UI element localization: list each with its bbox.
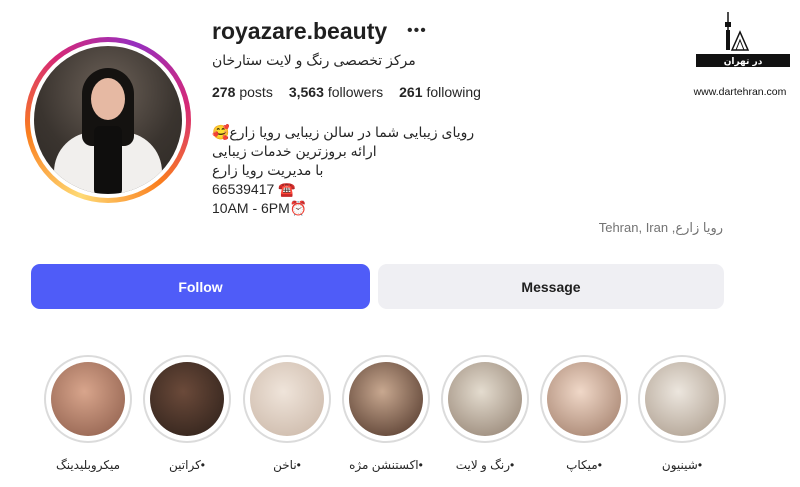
highlight-label: •میکاپ	[566, 458, 602, 472]
profile-username: royazare.beauty	[212, 18, 388, 44]
more-options-icon[interactable]: •••	[407, 22, 427, 40]
avatar-scarf-shape	[94, 126, 122, 194]
avatar[interactable]	[34, 46, 182, 194]
bio-line: رویای زیبایی شما در سالن زیبایی رویا زار…	[212, 124, 475, 140]
following-stat[interactable]: 261 following	[399, 84, 481, 100]
bio-phone: 66539417 ☎️	[212, 181, 296, 197]
story-highlight[interactable]: •میکاپ	[539, 355, 629, 472]
follow-button[interactable]: Follow	[31, 264, 370, 309]
highlight-thumbnail	[349, 362, 423, 436]
highlight-thumbnail	[547, 362, 621, 436]
highlight-ring	[441, 355, 529, 443]
highlight-label: •اکستنشن مژه	[349, 458, 423, 472]
followers-stat[interactable]: 3,563 followers	[289, 84, 383, 100]
story-highlight[interactable]: •کراتین	[142, 355, 232, 472]
avatar-border	[30, 42, 186, 198]
watermark-url: www.dartehran.com	[693, 86, 787, 98]
highlight-thumbnail	[51, 362, 125, 436]
avatar-face-shape	[91, 78, 125, 120]
highlight-label: میکروبلیدینگ	[55, 458, 121, 472]
highlight-ring	[540, 355, 628, 443]
dartehran-watermark: در تهران www.dartehran.com	[688, 10, 792, 98]
highlight-ring	[44, 355, 132, 443]
highlight-thumbnail	[150, 362, 224, 436]
story-highlight[interactable]: میکروبلیدینگ	[43, 355, 133, 472]
story-highlight[interactable]: •رنگ و لایت	[440, 355, 530, 472]
highlight-thumbnail	[448, 362, 522, 436]
highlight-ring	[342, 355, 430, 443]
highlight-thumbnail	[250, 362, 324, 436]
bio-line: با مدیریت رویا زارع	[212, 162, 324, 178]
story-highlight[interactable]: •شینیون	[637, 355, 727, 472]
bio-hours: 10AM - 6PM⏰	[212, 200, 308, 216]
posts-stat: 278 posts	[212, 84, 273, 100]
watermark-logo-text: در تهران	[724, 57, 763, 67]
message-button[interactable]: Message	[378, 264, 724, 309]
highlight-ring	[638, 355, 726, 443]
milad-tower-logo-icon: در تهران	[696, 12, 790, 67]
highlight-label: •رنگ و لایت	[455, 458, 515, 472]
profile-full-name: مرکز تخصصی رنگ و لایت ستارخان	[212, 52, 416, 68]
profile-stats: 278 posts 3,563 followers 261 following	[212, 84, 481, 100]
profile-location[interactable]: Tehran, Iran ,رویا زارع	[599, 220, 723, 236]
story-highlight[interactable]: •ناخن	[242, 355, 332, 472]
profile-bio: رویای زیبایی شما در سالن زیبایی رویا زار…	[212, 123, 474, 218]
highlight-ring	[243, 355, 331, 443]
highlight-ring	[143, 355, 231, 443]
highlight-label: •شینیون	[661, 458, 703, 472]
highlight-thumbnail	[645, 362, 719, 436]
story-highlight[interactable]: •اکستنشن مژه	[341, 355, 431, 472]
highlight-label: •ناخن	[273, 458, 301, 472]
profile-avatar-ring[interactable]	[25, 37, 191, 203]
bio-line: ارائه بروزترین خدمات زیبایی	[212, 143, 377, 159]
highlight-label: •کراتین	[169, 458, 205, 472]
